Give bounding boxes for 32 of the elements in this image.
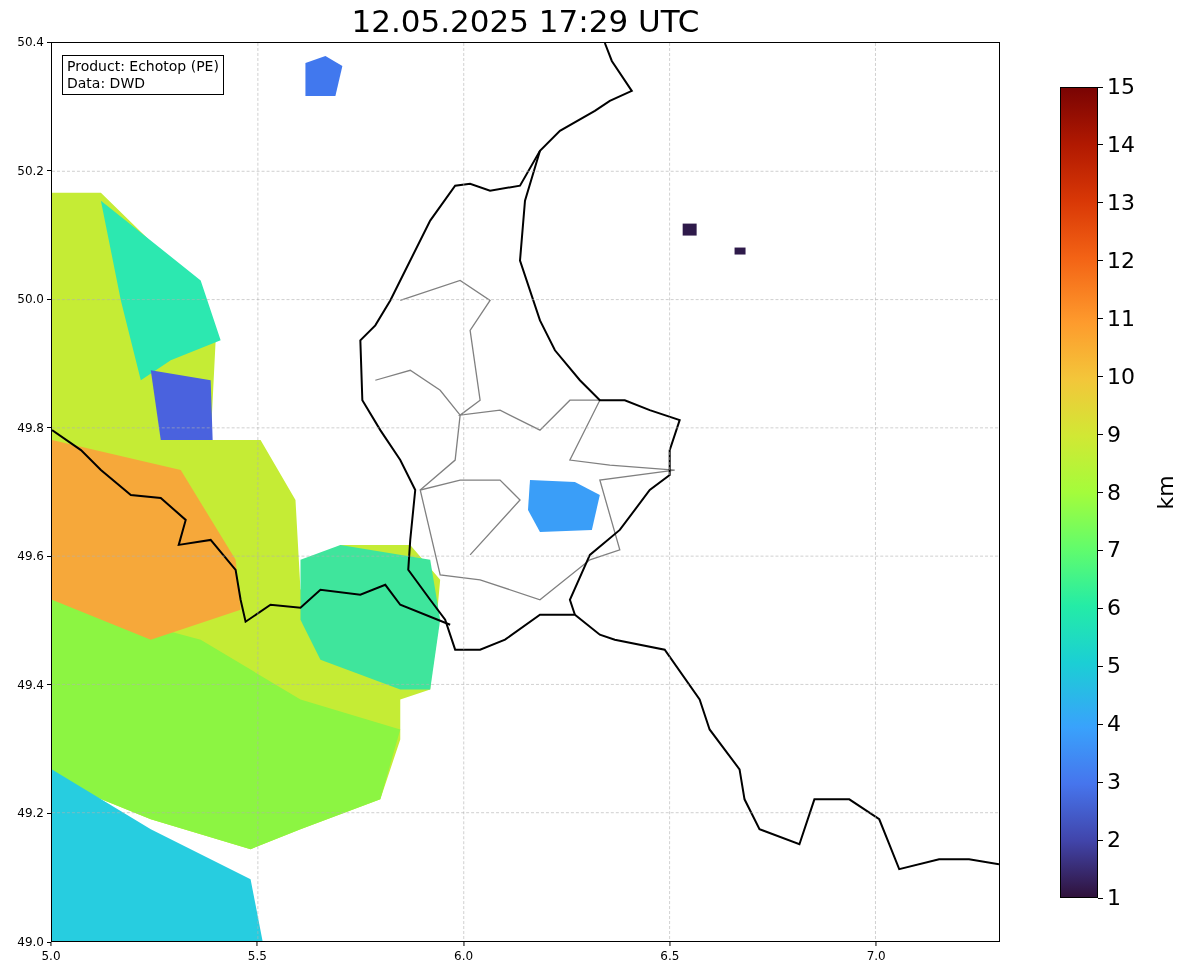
x-tick-label: 5.5: [247, 949, 267, 963]
plot-title: 12.05.2025 17:29 UTC: [351, 3, 700, 39]
y-tick-label: 49.2: [17, 806, 44, 821]
colorbar-tick-label: 5: [1107, 655, 1121, 678]
x-tick-label: 6.0: [454, 949, 474, 963]
colorbar-tick-label: 4: [1107, 713, 1121, 736]
y-tick-label: 49.4: [17, 677, 44, 692]
colorbar-tick-label: 12: [1107, 249, 1135, 272]
colorbar-tick-label: 1: [1107, 887, 1121, 909]
colorbar-tick-label: 8: [1107, 481, 1121, 504]
colorbar-tick-label: 7: [1107, 539, 1121, 562]
y-tick-label: 49.6: [17, 549, 44, 564]
colorbar-tick-label: 3: [1107, 771, 1121, 794]
colorbar-tick-label: 13: [1107, 191, 1135, 214]
legend-text: Product: Echotop (PE): [67, 58, 219, 75]
colorbar-tick-label: 6: [1107, 597, 1121, 620]
colorbar-tick-label: 11: [1107, 307, 1135, 330]
colorbar-tick-label: 14: [1107, 133, 1135, 156]
colorbar-label: km: [1152, 475, 1178, 510]
y-tick-label: 50.2: [17, 163, 44, 178]
x-tick-label: 6.5: [660, 949, 680, 963]
colorbar-tick-label: 9: [1107, 423, 1121, 446]
colorbar-tick-label: 15: [1107, 76, 1135, 98]
y-tick-label: 49.0: [17, 935, 44, 949]
y-tick-label: 50.0: [17, 292, 44, 307]
x-tick-label: 7.0: [866, 949, 886, 963]
colorbar-tick-label: 2: [1107, 829, 1121, 852]
x-tick-label: 5.0: [41, 949, 61, 963]
colorbar-tick-label: 10: [1107, 365, 1135, 388]
legend-text: Data: DWD: [67, 75, 146, 92]
y-tick-label: 50.4: [17, 35, 44, 49]
y-tick-label: 49.8: [17, 420, 44, 435]
